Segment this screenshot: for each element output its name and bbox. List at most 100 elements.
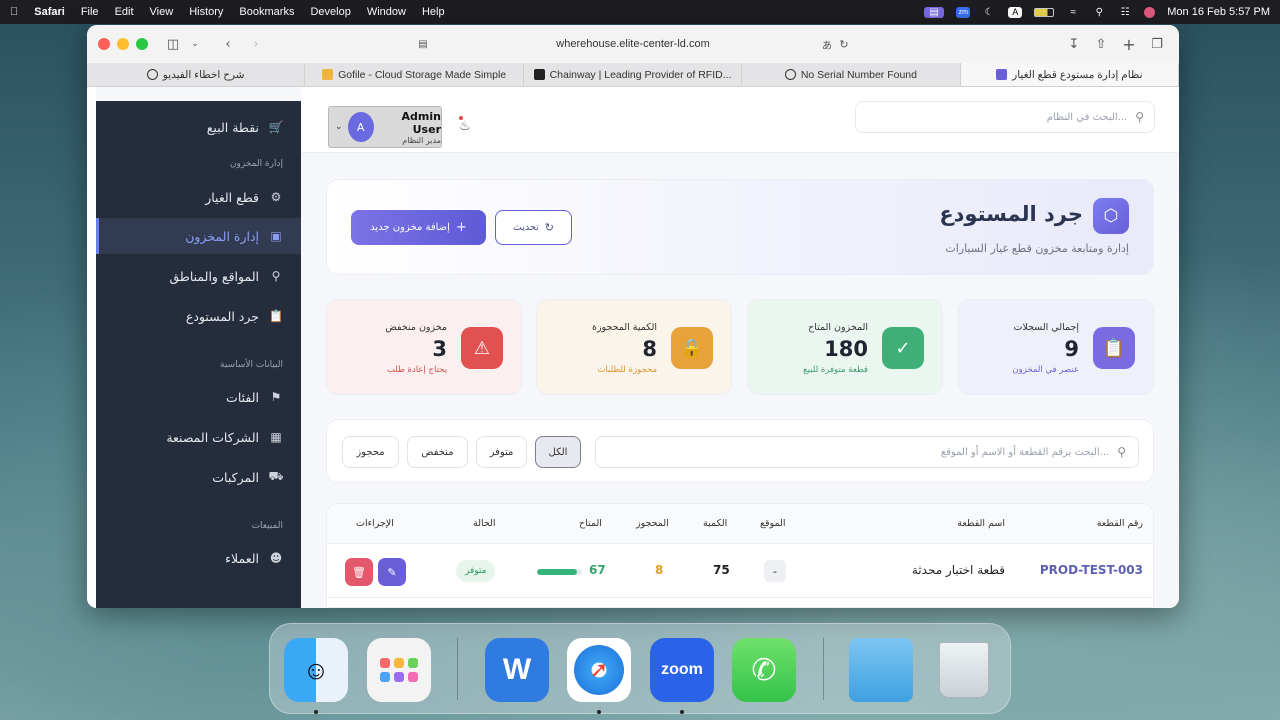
close-window-button[interactable] [98, 38, 110, 50]
instruments-icon[interactable]: W [485, 638, 549, 702]
cell-available: 67 [589, 563, 606, 577]
wifi-icon[interactable]: ≈ [1066, 7, 1080, 18]
tab-chainway[interactable]: Chainway | Leading Provider of RFID... [524, 63, 743, 86]
tab-video-errors[interactable]: شرح اخطاء الفيديو [87, 63, 306, 86]
clipboard-icon: 📋 [268, 309, 284, 323]
dot [408, 672, 418, 682]
control-center-icon[interactable]: ☷ [1118, 7, 1132, 18]
browser-toolbar: ◫ ⌄ ‹ › ▤ wherehouse.elite-center-ld.com… [87, 25, 1179, 63]
delete-button[interactable]: 🗑 [345, 558, 373, 586]
focus-moon-icon[interactable]: ☾ [982, 7, 996, 18]
sidebar-item-label: إدارة المخزون [185, 228, 259, 244]
menu-help[interactable]: Help [422, 6, 445, 18]
dot [394, 672, 404, 682]
column-part-name[interactable]: اسم القطعة [957, 518, 1005, 529]
bell-icon[interactable]: ♨ [459, 119, 471, 134]
back-button[interactable]: ‹ [220, 36, 236, 52]
stat-card-low-stock: ⚠ مخزون منخفض 3 يحتاج إعادة طلب [326, 299, 522, 395]
menu-history[interactable]: History [189, 6, 223, 18]
menu-view[interactable]: View [150, 6, 174, 18]
launchpad-icon[interactable] [367, 638, 431, 702]
tab-overview-icon[interactable]: ❐ [1149, 36, 1165, 52]
column-reserved[interactable]: المحجوز [636, 518, 669, 529]
screen-mirror-icon[interactable]: ▤ [924, 6, 945, 18]
sidebar-item-inventory-management[interactable]: إدارة المخزون ▣ [96, 218, 301, 254]
table-row[interactable]: PROD-TEST-003 قطعة اختبار محدثة - 75 8 6… [327, 544, 1153, 598]
sidebar-item-label: الفئات [226, 389, 259, 405]
zoom-status-icon[interactable]: zm [956, 6, 971, 18]
zoom-window-button[interactable] [136, 38, 148, 50]
building-icon: ▦ [270, 430, 282, 444]
filter-chip-available[interactable]: متوفر [476, 436, 527, 468]
chainway-icon [533, 69, 545, 80]
menu-file[interactable]: File [81, 6, 99, 18]
filter-chip-reserved[interactable]: محجوز [342, 436, 399, 468]
sidebar-item-categories[interactable]: الفئات ⚑ [96, 379, 301, 415]
column-location[interactable]: الموقع [760, 518, 786, 529]
sidebar-item-stocktake[interactable]: جرد المستودع 📋 [96, 298, 301, 334]
page-margin [87, 87, 96, 608]
sidebar-item-customers[interactable]: العملاء ☻ [96, 540, 301, 576]
spotlight-search-icon[interactable]: ⚲ [1092, 7, 1106, 18]
menu-clock[interactable]: Mon 16 Feb 5:57 PM [1167, 6, 1270, 18]
menu-app-name[interactable]: Safari [34, 6, 65, 18]
menu-window[interactable]: Window [367, 6, 406, 18]
chevron-down-icon[interactable]: ⌄ [187, 36, 203, 52]
menu-develop[interactable]: Develop [310, 6, 350, 18]
cell-part-number[interactable]: PROD-TEST-003 [1040, 563, 1143, 577]
sidebar-toggle-icon[interactable]: ◫ [165, 36, 181, 52]
downloads-icon[interactable]: ↧ [1066, 36, 1082, 52]
column-quantity[interactable]: الكمية [703, 518, 727, 529]
sidebar-item-pos[interactable]: نقطة البيع 🛒 [96, 109, 301, 145]
sidebar-item-manufacturers[interactable]: الشركات المصنعة ▦ [96, 419, 301, 455]
plus-icon: + [455, 220, 467, 235]
address-bar[interactable]: wherehouse.elite-center-ld.com [413, 32, 853, 56]
launchpad-grid [380, 658, 418, 682]
search-icon: ⚲ [1135, 110, 1144, 124]
filter-chip-low[interactable]: منخفض [407, 436, 468, 468]
phone-icon[interactable]: ✆ [732, 638, 796, 702]
tab-warehouse-system[interactable]: نظام إدارة مستودع قطع الغيار [960, 63, 1179, 86]
forward-button[interactable]: › [248, 36, 264, 52]
zoom-icon[interactable]: zoom [650, 638, 714, 702]
tab-gofile[interactable]: Gofile - Cloud Storage Made Simple [305, 63, 524, 86]
edit-button[interactable]: ✎ [378, 558, 406, 586]
folder-icon [322, 69, 334, 80]
filter-chip-all[interactable]: الكل [535, 436, 581, 468]
stat-value: 180 [824, 337, 868, 361]
user-menu[interactable]: ⌄ A Admin User مدير النظام [328, 106, 442, 148]
minimize-window-button[interactable] [117, 38, 129, 50]
finder-icon[interactable]: ☺ [284, 638, 348, 702]
tab-no-serial[interactable]: No Serial Number Found [742, 63, 961, 86]
sidebar-item-vehicles[interactable]: المركبات ⛟ [96, 459, 301, 495]
compass-icon: ➚ [574, 645, 624, 695]
siri-icon[interactable] [1144, 6, 1156, 18]
sidebar-item-locations[interactable]: المواقع والمناطق ⚲ [96, 258, 301, 294]
share-icon[interactable]: ⇧ [1093, 36, 1109, 52]
new-tab-icon[interactable]: + [1121, 35, 1137, 54]
keyboard-input-icon[interactable]: A [1008, 6, 1023, 18]
dot [380, 658, 390, 668]
refresh-button[interactable]: تحديث ↻ [495, 210, 572, 245]
column-available[interactable]: المتاح [579, 518, 602, 529]
global-search-input[interactable]: البحث في النظام... ⚲ [855, 101, 1155, 133]
translate-icon[interactable]: あ [819, 36, 835, 52]
inventory-search-input[interactable]: البحث برقم القطعة أو الاسم أو الموقع... … [595, 436, 1139, 468]
stat-note: عنصر في المخزون [1012, 365, 1079, 375]
reload-icon[interactable]: ↻ [836, 36, 852, 52]
menu-bookmarks[interactable]: Bookmarks [239, 6, 294, 18]
sidebar-item-label: المركبات [212, 469, 259, 485]
battery-icon[interactable] [1034, 7, 1055, 17]
safari-icon[interactable]: ➚ [567, 638, 631, 702]
add-inventory-button[interactable]: إضافة مخزون جديد + [351, 210, 486, 245]
trash-icon[interactable] [932, 638, 996, 702]
web-page: نقطة البيع 🛒 إدارة المخزون قطع الغيار ⚙ … [87, 87, 1179, 608]
column-status[interactable]: الحالة [473, 518, 496, 529]
column-part-number[interactable]: رقم القطعة [1097, 518, 1143, 529]
tab-title: No Serial Number Found [800, 68, 917, 81]
sidebar-item-spare-parts[interactable]: قطع الغيار ⚙ [96, 179, 301, 215]
downloads-folder-icon[interactable] [849, 638, 913, 702]
menu-edit[interactable]: Edit [115, 6, 134, 18]
main-content: البحث في النظام... ⚲ ⌄ A Admin User مدير… [301, 87, 1179, 608]
apple-icon[interactable]:  [10, 6, 18, 18]
